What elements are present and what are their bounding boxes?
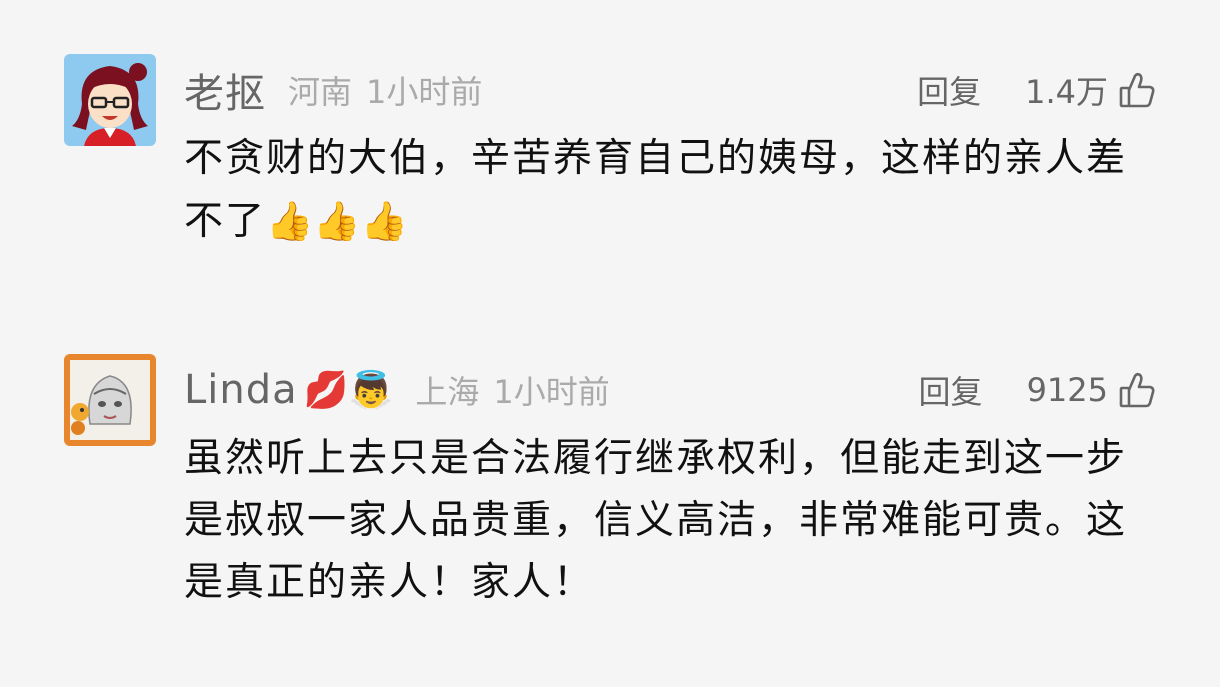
comment-text-content: 虽然听上去只是合法履行继承权利，但能走到这一步是叔叔一家人品贵重，信义高洁，非常… xyxy=(184,436,1128,605)
location: 上海 xyxy=(415,373,480,411)
reply-button[interactable]: 回复 xyxy=(919,367,983,413)
thumbs-up-outline-icon[interactable] xyxy=(1118,371,1156,409)
like-count: 9125 xyxy=(1026,371,1108,409)
comment-text: 虽然听上去只是合法履行继承权利，但能走到这一步是叔叔一家人品贵重，信义高洁，非常… xyxy=(184,428,1164,614)
comment-header: Linda 💋👼 上海 1小时前 回复 9125 xyxy=(184,360,1156,420)
comment-item: Linda 💋👼 上海 1小时前 回复 9125 虽然听上去只是合法履行继承权利… xyxy=(0,350,1220,650)
timestamp: 1小时前 xyxy=(366,73,483,111)
username[interactable]: 老抠 xyxy=(184,61,266,119)
comment-header: 老抠 河南 1小时前 回复 1.4万 xyxy=(184,60,1156,120)
thumbs-up-outline-icon[interactable] xyxy=(1118,71,1156,109)
like-count: 1.4万 xyxy=(1025,73,1108,111)
timestamp: 1小时前 xyxy=(493,373,610,411)
comment-text: 不贪财的大伯，辛苦养育自己的姨母，这样的亲人差不了👍👍👍 xyxy=(184,128,1164,253)
username-emojis: 💋👼 xyxy=(303,370,394,411)
reply-button[interactable]: 回复 xyxy=(917,67,981,113)
username[interactable]: Linda xyxy=(184,367,298,413)
avatar[interactable] xyxy=(64,54,156,146)
location: 河南 xyxy=(288,73,353,111)
user-avatar-image xyxy=(64,354,156,446)
avatar[interactable] xyxy=(64,354,156,446)
comment-item: 老抠 河南 1小时前 回复 1.4万 不贪财的大伯，辛苦养育自己的姨母，这样的亲… xyxy=(0,50,1220,310)
thumbs-up-emoji: 👍👍👍 xyxy=(266,199,408,243)
user-avatar-image xyxy=(64,54,156,146)
